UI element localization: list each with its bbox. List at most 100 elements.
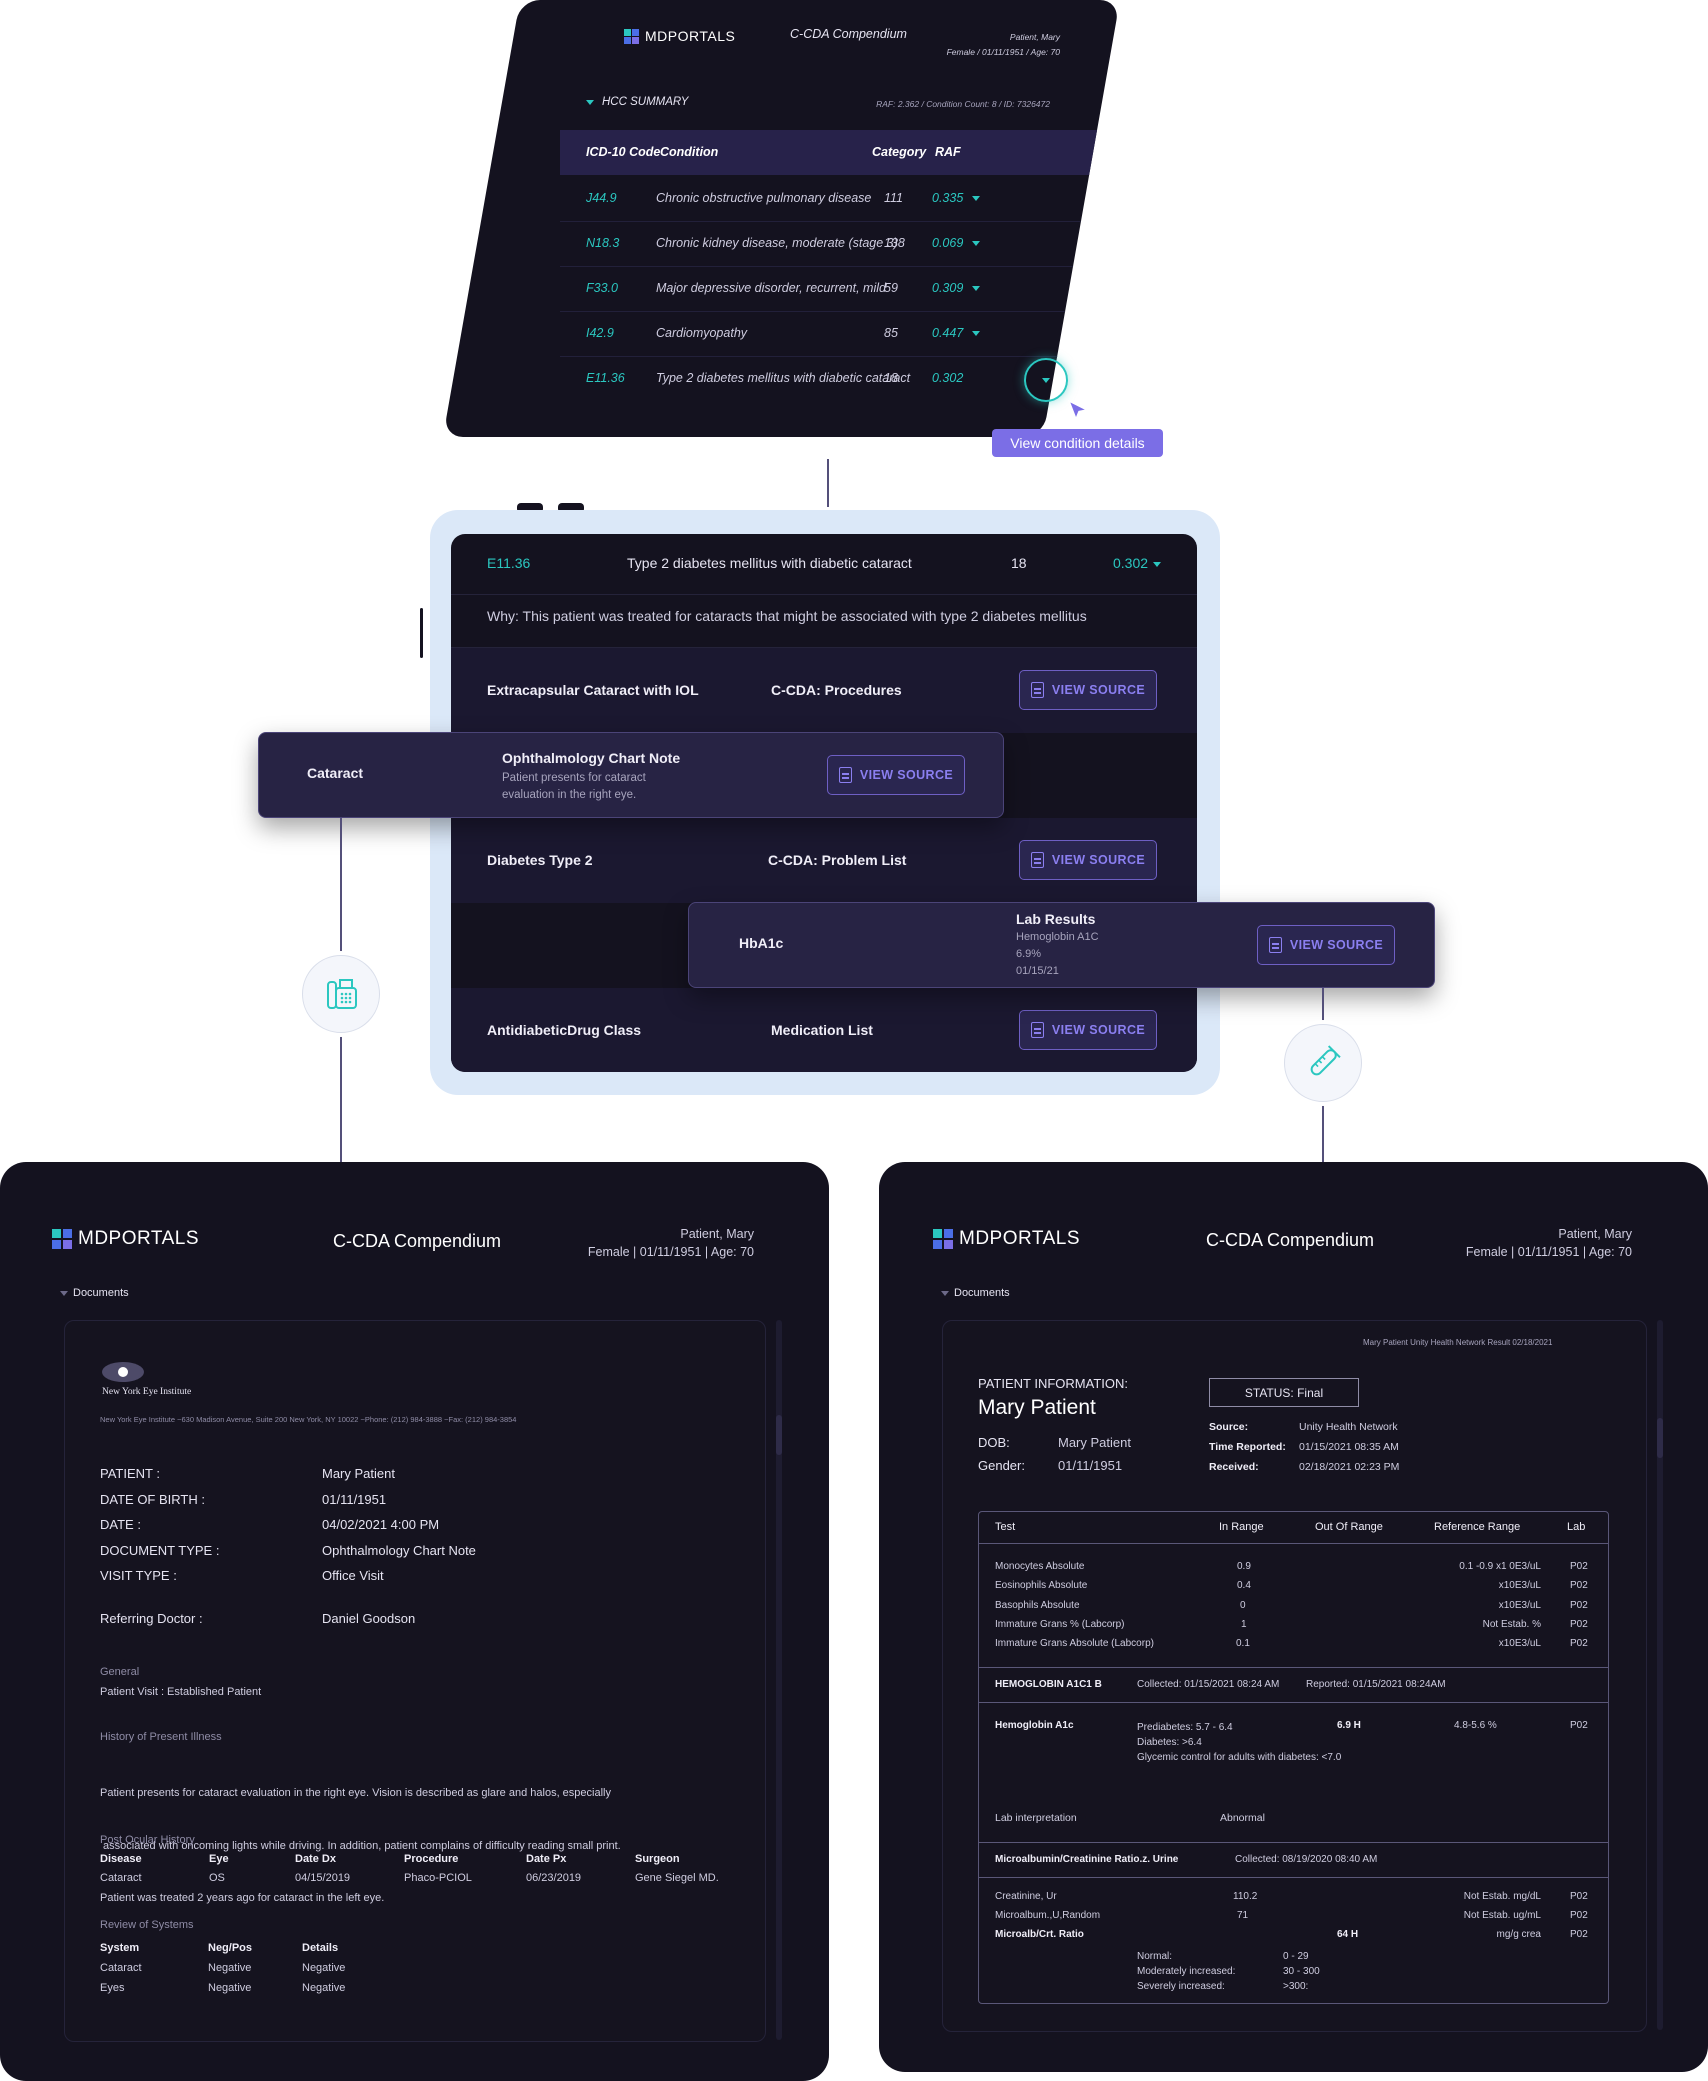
condition-name: Chronic kidney disease, moderate (stage … <box>656 236 898 250</box>
field-label: PATIENT : <box>100 1466 160 1481</box>
field-value: 04/02/2021 4:00 PM <box>322 1517 440 1532</box>
note-label: Moderately increased: <box>1137 1966 1236 1977</box>
test-name: Hemoglobin A1c <box>995 1720 1074 1731</box>
popover-line: Hemoglobin A1C <box>1016 931 1099 943</box>
evidence-row: AntidiabeticDrug Class Medication List V… <box>451 988 1197 1072</box>
table-row[interactable]: I42.9 Cardiomyopathy 85 0.447 <box>560 311 1120 357</box>
field-value: Daniel Goodson <box>322 1611 416 1626</box>
note-row: Severely increased: >300: <box>1137 1979 1320 1994</box>
cell: 1 <box>1241 1618 1247 1630</box>
expand-caret-icon[interactable] <box>972 286 980 291</box>
view-source-button[interactable]: VIEW SOURCE <box>1257 925 1395 965</box>
cell: Phaco-PCIOL <box>404 1872 472 1884</box>
caret-down-icon[interactable] <box>1153 562 1161 567</box>
scrollbar-thumb[interactable] <box>1657 1418 1663 1458</box>
cell: P02 <box>1570 1561 1588 1572</box>
expand-caret-icon[interactable] <box>972 196 980 201</box>
brand-logo: MDPORTALS <box>624 28 735 44</box>
section-title: Microalbumin/Creatinine Ratio.z. Urine <box>995 1854 1179 1865</box>
cell: Basophils Absolute <box>995 1599 1080 1611</box>
raf-value: 0.335 <box>932 191 964 205</box>
caret-down-icon <box>1042 377 1050 383</box>
hba1c-popover: HbA1c Lab Results Hemoglobin A1C 6.9% 01… <box>688 902 1435 988</box>
expand-caret-icon[interactable] <box>972 331 980 336</box>
meta-row: Received: 02/18/2021 02:23 PM <box>1209 1457 1399 1477</box>
table-row[interactable]: F33.0 Major depressive disorder, recurre… <box>560 266 1120 312</box>
lab-row: Basophils Absolute 0 x10E3/uL P02 <box>979 1596 1608 1615</box>
icd-code: J44.9 <box>586 191 617 205</box>
document-icon <box>1268 937 1282 953</box>
note-row: Moderately increased: 30 - 300 <box>1137 1964 1320 1979</box>
cell: x10E3/uL <box>1498 1599 1541 1611</box>
field-value: Mary Patient <box>322 1466 395 1481</box>
connector-line <box>340 1032 342 1162</box>
meta-row: Time Reported: 01/15/2021 08:35 AM <box>1209 1437 1399 1457</box>
cell: Eyes <box>100 1982 125 1994</box>
ros-row: Cataract Negative Negative <box>100 1958 345 1978</box>
note-row: Normal: 0 - 29 <box>1137 1949 1320 1964</box>
table-row[interactable]: J44.9 Chronic obstructive pulmonary dise… <box>560 176 1120 222</box>
view-source-button[interactable]: VIEW SOURCE <box>827 755 965 795</box>
hcc-summary-panel: MDPORTALS C-CDA Compendium Patient, Mary… <box>442 0 1121 437</box>
col-label: Test <box>995 1521 1016 1533</box>
lab-table: Test In Range Out Of Range Reference Ran… <box>978 1511 1609 2004</box>
condition-name: Type 2 diabetes mellitus with diabetic c… <box>656 371 911 385</box>
interp-value: Abnormal <box>1220 1812 1265 1824</box>
scrollbar-track[interactable] <box>776 1320 782 2040</box>
ros-header: System Neg/Pos Details <box>100 1938 345 1958</box>
col-label: Surgeon <box>635 1853 680 1865</box>
cell: Cataract <box>100 1872 142 1884</box>
patient-name: Patient, Mary <box>1558 1227 1632 1241</box>
field-value: Ophthalmology Chart Note <box>322 1542 476 1558</box>
documents-toggle[interactable]: Documents <box>941 1287 1010 1299</box>
patient-name: Patient, Mary <box>1009 32 1060 42</box>
fax-icon <box>302 955 380 1033</box>
view-source-button[interactable]: VIEW SOURCE <box>1019 1010 1157 1050</box>
view-source-button[interactable]: VIEW SOURCE <box>1019 670 1157 710</box>
category: 85 <box>884 326 898 340</box>
cell: 0 <box>1240 1599 1246 1611</box>
note-label: Normal: <box>1137 1951 1173 1962</box>
documents-label: Documents <box>954 1287 1010 1299</box>
connector-line <box>340 818 342 958</box>
cell: Microalb/Crt. Ratio <box>995 1929 1084 1940</box>
ros-table: System Neg/Pos Details Cataract Negative… <box>100 1938 345 1998</box>
note-value: 0 - 29 <box>1283 1951 1309 1962</box>
lab-row: Creatinine, Ur 110.2 Not Estab. mg/dL P0… <box>979 1887 1608 1906</box>
expand-caret-icon[interactable] <box>972 241 980 246</box>
summary-meta: RAF: 2.362 / Condition Count: 8 / ID: 73… <box>876 99 1050 109</box>
patient-fields: PATIENT : Mary Patient DATE OF BIRTH : 01/… <box>100 1461 700 1589</box>
lab-table-header: Test In Range Out Of Range Reference Ran… <box>979 1512 1608 1544</box>
brand-name: MDPORTALS <box>645 28 736 44</box>
ros-row: Eyes Negative Negative <box>100 1978 345 1998</box>
scrollbar-thumb[interactable] <box>776 1415 782 1455</box>
mdportals-logo-icon <box>52 1229 72 1249</box>
table-row[interactable]: N18.3 Chronic kidney disease, moderate (… <box>560 221 1120 267</box>
hcc-summary-toggle[interactable]: HCC SUMMARY <box>586 96 688 108</box>
icd-code: E11.36 <box>586 371 625 385</box>
meta-value: Unity Health Network <box>1299 1421 1398 1433</box>
col-label: Reference Range <box>1434 1521 1521 1533</box>
documents-toggle[interactable]: Documents <box>60 1287 129 1299</box>
interp-label: Lab interpretation <box>995 1812 1077 1824</box>
note: Diabetes: >6.4 <box>1137 1737 1202 1748</box>
result-header: Mary Patient Unity Health Network Result… <box>1363 1338 1553 1347</box>
view-source-button[interactable]: VIEW SOURCE <box>1019 840 1157 880</box>
field-value: Office Visit <box>322 1568 384 1583</box>
expand-row-button[interactable] <box>1024 358 1068 402</box>
cell: P02 <box>1570 1910 1588 1921</box>
field-label: DOCUMENT TYPE : <box>100 1542 220 1558</box>
col-label: Disease <box>100 1853 142 1865</box>
view-source-label: VIEW SOURCE <box>1051 683 1146 697</box>
hba1c-section-row: HEMOGLOBIN A1C1 B Collected: 01/15/2021 … <box>979 1667 1608 1703</box>
col-raf: RAF <box>935 145 961 159</box>
popover-title: Ophthalmology Chart Note <box>502 750 681 766</box>
brand-logo: MDPORTALS <box>52 1228 199 1250</box>
lab-row: Immature Grans Absolute (Labcorp) 0.1 x1… <box>979 1634 1608 1653</box>
chevron-down-icon <box>60 1290 68 1296</box>
field-row: DATE OF BIRTH : 01/11/1951 <box>100 1487 700 1513</box>
condition-name: Major depressive disorder, recurrent, mi… <box>656 281 886 295</box>
test-tube-icon <box>1284 1024 1362 1102</box>
ophthalmology-doc-panel: MDPORTALS C-CDA Compendium Patient, Mary… <box>0 1162 829 2081</box>
scrollbar-track[interactable] <box>1657 1320 1663 2030</box>
